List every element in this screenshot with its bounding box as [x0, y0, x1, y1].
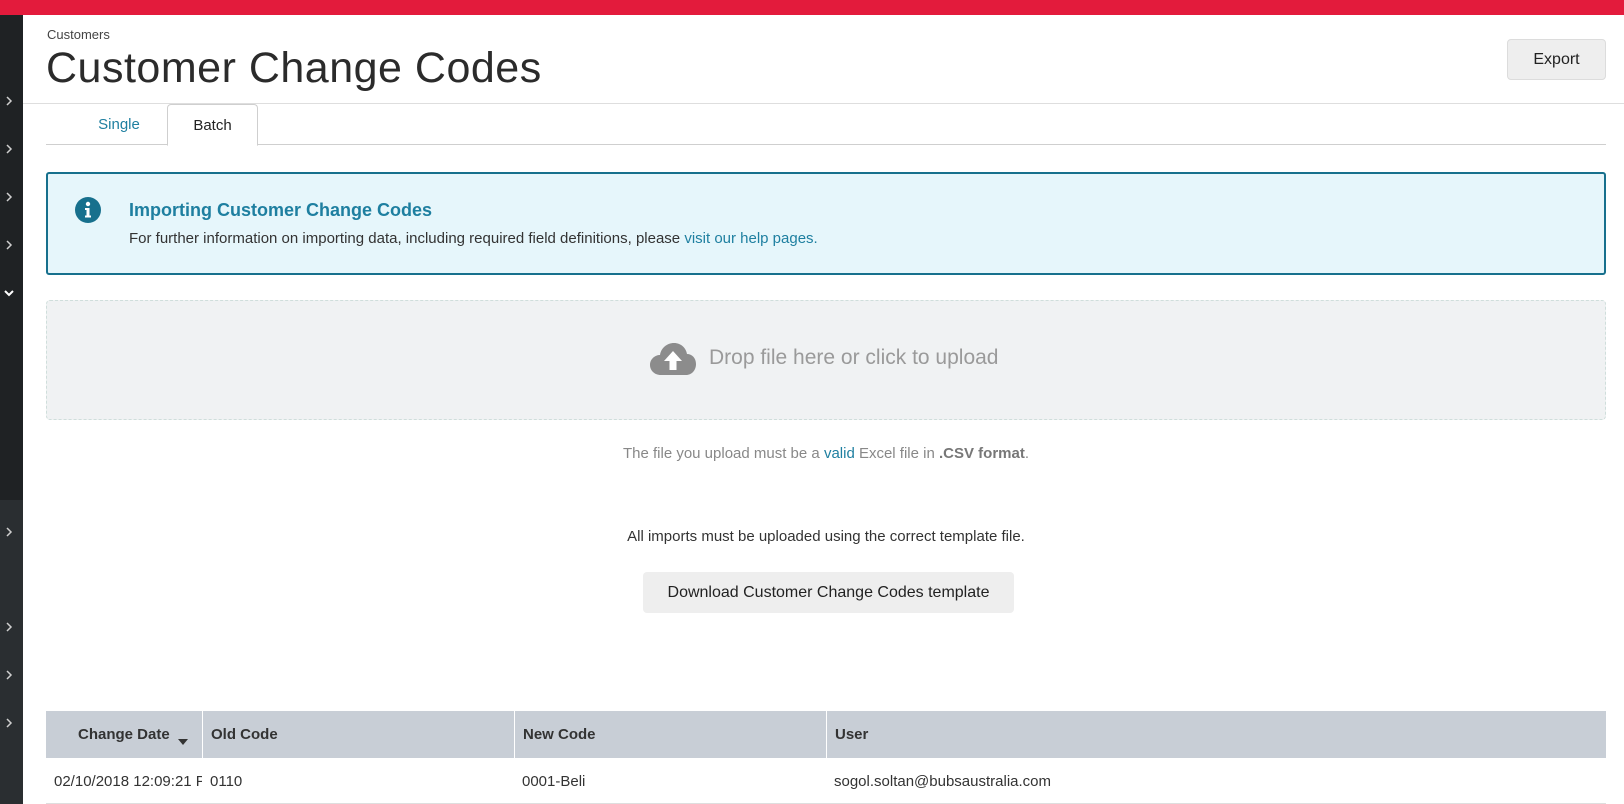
- template-note: All imports must be uploaded using the c…: [627, 528, 1025, 545]
- note-prefix: The file you upload must be a: [622, 445, 824, 462]
- breadcrumb[interactable]: Customers: [47, 27, 110, 42]
- download-template-button[interactable]: Download Customer Change Codes template: [643, 572, 1014, 613]
- info-alert: Importing Customer Change Codes For furt…: [46, 172, 1606, 275]
- chevron-right-icon[interactable]: [3, 143, 15, 155]
- cloud-upload-icon: [649, 339, 697, 377]
- note-middle: Excel file in: [854, 445, 939, 462]
- page-title: Customer Change Codes: [46, 44, 542, 92]
- top-brand-bar: [0, 0, 1624, 15]
- tab-batch[interactable]: Batch: [167, 104, 258, 146]
- chevron-right-icon[interactable]: [3, 669, 15, 681]
- cell-old-code: 0110: [210, 772, 243, 790]
- info-body-text: For further information on importing dat…: [129, 230, 685, 247]
- cell-change-date: 02/10/2018 12:09:21 P: [54, 772, 202, 790]
- sort-desc-icon: [177, 732, 188, 745]
- help-pages-link[interactable]: visit our help pages.: [684, 230, 817, 247]
- note-format: .CSV format: [939, 445, 1025, 462]
- table-row[interactable]: 02/10/2018 12:09:21 P 0110 0001-Beli sog…: [46, 758, 1606, 804]
- info-icon: [74, 196, 102, 224]
- chevron-right-icon[interactable]: [3, 95, 15, 107]
- chevron-right-icon[interactable]: [3, 621, 15, 633]
- column-header-new-code[interactable]: New Code: [514, 711, 826, 758]
- sidebar: [0, 15, 23, 804]
- dropzone-label: Drop file here or click to upload: [709, 346, 999, 369]
- info-text: For further information on importing dat…: [129, 230, 818, 247]
- export-button[interactable]: Export: [1507, 39, 1606, 80]
- chevron-right-icon[interactable]: [3, 239, 15, 251]
- upload-format-note: The file you upload must be a valid Exce…: [0, 445, 1624, 462]
- sidebar-dark-section: [0, 15, 23, 500]
- column-header-user[interactable]: User: [826, 711, 1606, 758]
- table-header: Change Date Old Code New Code User: [46, 711, 1606, 758]
- tab-single[interactable]: Single: [78, 104, 160, 145]
- chevron-right-icon[interactable]: [3, 717, 15, 729]
- info-title: Importing Customer Change Codes: [129, 200, 433, 220]
- cell-new-code: 0001-Beli: [522, 772, 586, 790]
- tab-bar: Single Batch: [46, 104, 1606, 146]
- file-dropzone[interactable]: Drop file here or click to upload: [46, 300, 1606, 420]
- dropzone-content: Drop file here or click to upload: [649, 339, 998, 377]
- note-suffix: .: [1024, 445, 1030, 462]
- valid-link[interactable]: valid: [824, 445, 855, 462]
- column-header-change-date[interactable]: Change Date: [46, 711, 202, 758]
- chevron-right-icon[interactable]: [3, 191, 15, 203]
- column-label: Change Date: [78, 726, 170, 743]
- cell-user: sogol.soltan@bubsaustralia.com: [834, 772, 1052, 790]
- column-header-old-code[interactable]: Old Code: [202, 711, 514, 758]
- chevron-down-icon[interactable]: [3, 287, 15, 299]
- change-codes-table: Change Date Old Code New Code User 02/10…: [46, 711, 1606, 804]
